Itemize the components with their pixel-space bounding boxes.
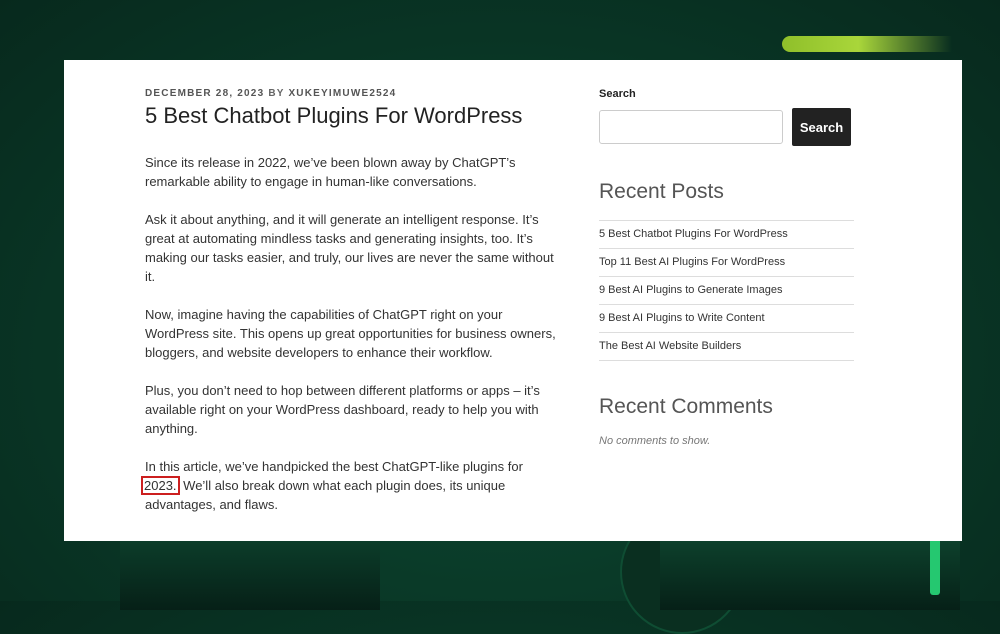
background-shape xyxy=(120,540,380,610)
post-title[interactable]: 5 Best Chatbot Plugins For WordPress xyxy=(145,103,557,129)
recent-posts-title: Recent Posts xyxy=(599,180,724,203)
recent-comments-title: Recent Comments xyxy=(599,395,773,418)
paragraph-text: In this article, we’ve handpicked the be… xyxy=(145,459,523,475)
search-label: Search xyxy=(599,88,636,100)
post-date-link[interactable]: DECEMBER 28, 2023 xyxy=(145,88,264,99)
list-item: The Best AI Website Builders xyxy=(599,333,854,361)
recent-post-link[interactable]: Top 11 Best AI Plugins For WordPress xyxy=(599,256,785,268)
post-meta: DECEMBER 28, 2023 BY XUKEYIMUWE2524 xyxy=(145,88,557,99)
by-label: BY xyxy=(268,88,285,99)
recent-posts-list: 5 Best Chatbot Plugins For WordPress Top… xyxy=(599,220,854,361)
recent-post-link[interactable]: 9 Best AI Plugins to Generate Images xyxy=(599,284,782,296)
search-form: Search xyxy=(599,108,854,146)
list-item: 9 Best AI Plugins to Generate Images xyxy=(599,277,854,305)
sidebar: Search Search Recent Posts 5 Best Chatbo… xyxy=(599,88,854,447)
search-button[interactable]: Search xyxy=(792,108,851,146)
author-link[interactable]: XUKEYIMUWE2524 xyxy=(288,88,396,99)
recent-post-link[interactable]: 9 Best AI Plugins to Write Content xyxy=(599,312,765,324)
list-item: Top 11 Best AI Plugins For WordPress xyxy=(599,249,854,277)
recent-post-link[interactable]: The Best AI Website Builders xyxy=(599,340,741,352)
article-paragraph: Now, imagine having the capabilities of … xyxy=(145,307,556,361)
article-paragraph: Plus, you don’t need to hop between diff… xyxy=(145,383,540,437)
search-input[interactable] xyxy=(599,110,783,144)
article-paragraph: Ask it about anything, and it will gener… xyxy=(145,212,554,285)
background-stripe xyxy=(782,36,952,52)
article: DECEMBER 28, 2023 BY XUKEYIMUWE2524 5 Be… xyxy=(141,88,557,533)
no-comments-text: No comments to show. xyxy=(599,435,711,447)
recent-post-link[interactable]: 5 Best Chatbot Plugins For WordPress xyxy=(599,228,788,240)
highlighted-year: 2023. xyxy=(141,476,180,496)
list-item: 5 Best Chatbot Plugins For WordPress xyxy=(599,221,854,249)
article-paragraph: Since its release in 2022, we’ve been bl… xyxy=(145,155,516,190)
list-item: 9 Best AI Plugins to Write Content xyxy=(599,305,854,333)
paragraph-text: We’ll also break down what each plugin d… xyxy=(145,478,506,513)
blog-page: DECEMBER 28, 2023 BY XUKEYIMUWE2524 5 Be… xyxy=(64,60,962,541)
article-paragraph: In this article, we’ve handpicked the be… xyxy=(141,457,557,514)
